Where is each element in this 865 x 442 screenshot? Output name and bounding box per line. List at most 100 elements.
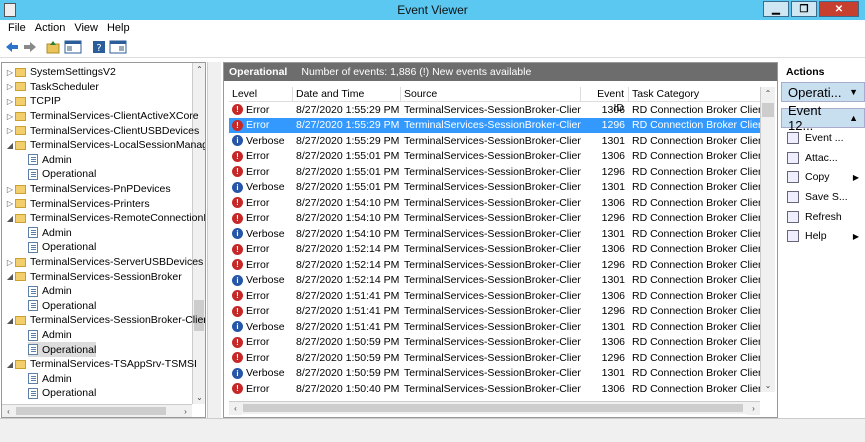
tree-item[interactable]: Admin [28,328,72,343]
scroll-down-icon[interactable]: ⌄ [193,391,205,404]
show-hide-tree-icon[interactable] [64,40,82,54]
expanded-arrow-icon[interactable]: ◢ [5,360,15,369]
action-item[interactable]: Attac... [781,148,865,168]
action-item[interactable]: Help ▶ [781,226,865,246]
event-row[interactable]: ! Error 8/27/2020 1:52:14 PM TerminalServic… [229,257,764,273]
event-row[interactable]: ! Error 8/27/2020 1:55:29 PM TerminalServic… [229,102,764,118]
back-arrow-icon[interactable] [5,40,19,54]
event-row[interactable]: ! Error 8/27/2020 1:52:14 PM TerminalServic… [229,242,764,258]
scroll-up-icon[interactable]: ⌃ [193,63,205,76]
tree-item[interactable]: Operational [28,342,97,357]
events-vertical-scrollbar[interactable]: ⌃ ⌄ [760,87,775,392]
scroll-down-icon[interactable]: ⌄ [761,379,775,392]
col-level[interactable]: Level [229,87,293,101]
tree-item[interactable]: Admin [28,284,72,299]
action-item[interactable]: Refresh [781,207,865,227]
tree-item[interactable]: Admin [28,372,72,387]
tree-item[interactable]: ◢ TerminalServices-SessionBroker [5,269,182,284]
tree-item[interactable]: Operational [28,386,96,401]
tree-item[interactable]: ▷ TerminalServices-Printers [5,196,150,211]
tree-hscroll-thumb[interactable] [16,407,166,415]
event-row[interactable]: i Verbose 8/27/2020 1:55:29 PM TerminalServ… [229,133,764,149]
collapsed-arrow-icon[interactable]: ▷ [5,112,15,121]
scroll-left-icon[interactable]: ‹ [2,405,15,417]
tree-item[interactable]: ◢ TerminalServices-SessionBroker-Client [5,313,205,328]
tree-item[interactable]: Operational [28,299,96,314]
event-row[interactable]: ! Error 8/27/2020 1:50:40 PM TerminalServic… [229,381,764,397]
col-date-time[interactable]: Date and Time [293,87,401,101]
help-icon[interactable]: ? [92,40,106,54]
event-row[interactable]: ! Error 8/27/2020 1:54:10 PM TerminalServic… [229,211,764,227]
show-hide-action-pane-icon[interactable] [109,40,127,54]
events-hscroll-thumb[interactable] [243,404,743,412]
expanded-arrow-icon[interactable]: ◢ [5,214,15,223]
action-item[interactable]: Event ... [781,128,865,148]
expanded-arrow-icon[interactable]: ◢ [5,316,15,325]
tree-item[interactable]: ▷ SystemSettingsV2 [5,65,116,80]
event-row[interactable]: i Verbose 8/27/2020 1:54:10 PM TerminalServ… [229,226,764,242]
tree-item[interactable]: ▷ TerminalServices-ClientActiveXCore [5,109,199,124]
tree-item[interactable]: ◢ TerminalServices-LocalSessionManager [5,138,205,153]
col-source[interactable]: Source [401,87,581,101]
tree-item[interactable]: ▷ TCPIP [5,94,61,109]
tree-item[interactable]: Operational [28,240,96,255]
event-level: ! Error [229,119,293,131]
tree-item[interactable]: ▷ TerminalServices-ClientUSBDevices [5,123,199,138]
collapsed-arrow-icon[interactable]: ▷ [5,126,15,135]
scroll-up-icon[interactable]: ⌃ [761,87,775,100]
scroll-right-icon[interactable]: › [179,405,192,417]
event-row[interactable]: ! Error 8/27/2020 1:55:01 PM TerminalServic… [229,149,764,165]
forward-arrow-icon[interactable] [23,40,37,54]
event-row[interactable]: ! Error 8/27/2020 1:51:41 PM TerminalServic… [229,288,764,304]
restore-button[interactable]: ❐ [791,1,817,17]
event-row[interactable]: ! Error 8/27/2020 1:55:29 PM TerminalServic… [229,117,764,133]
collapsed-arrow-icon[interactable]: ▷ [5,258,15,267]
event-row[interactable]: ! Error 8/27/2020 1:51:41 PM TerminalServic… [229,304,764,320]
event-row[interactable]: i Verbose 8/27/2020 1:50:59 PM TerminalServ… [229,366,764,382]
expanded-arrow-icon[interactable]: ◢ [5,141,15,150]
tree-item[interactable]: ▷ TerminalServices-ServerUSBDevices [5,255,203,270]
expanded-arrow-icon[interactable]: ◢ [5,272,15,281]
action-item[interactable]: Save S... [781,187,865,207]
tree-item[interactable]: ▷ TerminalServices-PnPDevices [5,182,171,197]
collapsed-arrow-icon[interactable]: ▷ [5,199,15,208]
tree-horizontal-scrollbar[interactable]: ‹ › [2,404,192,417]
tree-item[interactable]: Admin [28,226,72,241]
minimize-button[interactable]: ▁ [763,1,789,17]
event-row[interactable]: ! Error 8/27/2020 1:54:10 PM TerminalServic… [229,195,764,211]
collapsed-arrow-icon[interactable]: ▷ [5,97,15,106]
event-row[interactable]: ! Error 8/27/2020 1:50:59 PM TerminalServic… [229,350,764,366]
actions-group-event[interactable]: Event 12... ▲ [781,103,865,133]
collapsed-arrow-icon[interactable]: ▷ [5,185,15,194]
col-event-id[interactable]: Event ID [581,87,629,114]
scroll-right-icon[interactable]: › [747,402,760,415]
event-row[interactable]: i Verbose 8/27/2020 1:55:01 PM TerminalServ… [229,180,764,196]
event-row[interactable]: ! Error 8/27/2020 1:55:01 PM TerminalServic… [229,164,764,180]
event-row[interactable]: i Verbose 8/27/2020 1:51:41 PM TerminalServ… [229,319,764,335]
scroll-left-icon[interactable]: ‹ [229,402,242,415]
tree-item[interactable]: ◢ TerminalServices-RemoteConnectionMa [5,211,205,226]
col-task-category[interactable]: Task Category [629,87,761,101]
pane-splitter[interactable] [207,62,221,418]
events-horizontal-scrollbar[interactable]: ‹ › [229,401,760,415]
up-folder-icon[interactable] [46,40,60,54]
tree-item[interactable]: ▷ TaskScheduler [5,80,99,95]
event-grid[interactable]: Level Date and Time Source Event ID Task… [229,87,764,405]
collapsed-arrow-icon[interactable]: ▷ [5,82,15,91]
folder-icon [15,140,26,150]
event-row[interactable]: i Verbose 8/27/2020 1:52:14 PM TerminalServ… [229,273,764,289]
action-item[interactable]: Copy ▶ [781,167,865,187]
event-row[interactable]: ! Error 8/27/2020 1:50:59 PM TerminalServic… [229,335,764,351]
tree-item[interactable]: Operational [28,167,96,182]
events-scroll-thumb[interactable] [762,103,774,117]
tree-item[interactable]: Admin [28,153,72,168]
tree-item[interactable]: ◢ TerminalServices-TSAppSrv-TSMSI [5,357,197,372]
close-button[interactable]: ✕ [819,1,859,17]
collapsed-arrow-icon[interactable]: ▷ [5,68,15,77]
menu-help[interactable]: Help [104,20,136,36]
navigation-tree[interactable]: ⌃ ⌄ ‹ › ▷ SystemSettingsV2 ▷ TaskScheduler ▷… [1,62,206,418]
menu-action[interactable]: Action [32,20,72,36]
menu-view[interactable]: View [71,20,104,36]
menu-file[interactable]: File [5,20,32,36]
actions-group-operational[interactable]: Operati... ▼ [781,82,865,102]
